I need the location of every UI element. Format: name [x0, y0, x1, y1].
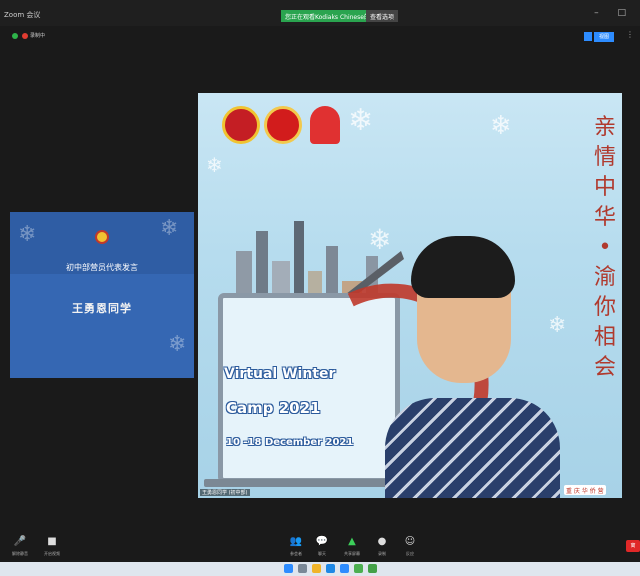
speaker-shirt: [385, 398, 560, 498]
record-label: 录制: [378, 551, 386, 556]
chat-label: 聊天: [318, 551, 326, 556]
participant-name: 王勇恩同学: [72, 302, 132, 315]
window-controls[interactable]: – □: [594, 8, 634, 18]
chat-button[interactable]: 💬 聊天: [308, 536, 336, 557]
app-icon[interactable]: [354, 564, 363, 573]
school-logo-icon: [222, 106, 260, 144]
tile-subtitle: 初中部营员代表发言: [66, 263, 138, 272]
search-icon[interactable]: [298, 564, 307, 573]
slogan-char: 相: [593, 325, 616, 350]
slogan-char: 你: [593, 295, 616, 320]
snowflake-icon: ❄: [18, 222, 37, 247]
chat-icon: 💬: [315, 536, 329, 547]
reactions-icon: ☺: [404, 536, 416, 547]
zoom-app-icon[interactable]: [340, 564, 349, 573]
snowflake-icon: ❄: [548, 313, 567, 338]
snowflake-icon: ❄: [160, 216, 179, 241]
meeting-info-bar: 录制中 视图 ⋮: [0, 26, 640, 44]
encryption-icon[interactable]: [12, 33, 18, 39]
school-emblem-icon: [95, 230, 109, 244]
speaker-hair: [411, 236, 515, 298]
unmute-label: 解除静音: [12, 551, 28, 556]
video-icon: ■: [47, 536, 57, 547]
speaker-name-label: 王勇恩同学 (初中部): [200, 489, 250, 496]
meeting-toolbar: 🎤 解除静音 ■ 开启视频 👥 参会者 💬 聊天 ▲ 共享屏幕 ● 录制 ☺ 反…: [0, 532, 640, 562]
slogan-char: 渝: [593, 265, 616, 290]
end-meeting-button[interactable]: 离: [626, 540, 640, 552]
camp-title-line2: Camp 2021: [226, 399, 321, 417]
participant-tile[interactable]: ❄ ❄ ❄ 初中部营员代表发言 王勇恩同学: [10, 212, 194, 378]
share-screen-label: 共享屏幕: [344, 551, 360, 556]
slogan-char: •: [598, 235, 612, 260]
start-icon[interactable]: [284, 564, 293, 573]
more-icon[interactable]: ⋮: [626, 30, 634, 39]
brand-badge: 重 庆 华 侨 营: [564, 485, 606, 495]
participants-icon: 👥: [289, 536, 303, 547]
camp-title-line1: Virtual Winter: [224, 366, 336, 382]
record-indicator-icon: [22, 33, 28, 39]
participants-button[interactable]: 👥 参会者: [282, 536, 310, 557]
os-taskbar: [0, 562, 640, 576]
camp-dates: 10 -18 December 2021: [226, 437, 354, 448]
slogan-char: 中: [593, 175, 616, 200]
recording-label: 录制中: [30, 33, 46, 39]
unmute-button[interactable]: 🎤 解除静音: [6, 536, 34, 557]
view-button[interactable]: 视图: [594, 32, 614, 42]
microphone-icon: 🎤: [13, 536, 27, 547]
speaker-video: [385, 236, 560, 498]
slogan-char: 亲: [593, 115, 616, 140]
reactions-button[interactable]: ☺ 反应: [396, 536, 424, 557]
vertical-slogan: 亲 情 中 华 • 渝 你 相 会: [592, 113, 618, 383]
view-options-button[interactable]: 查看选项: [366, 10, 399, 22]
window-titlebar: Zoom 会议 您正在观看Kodiaks Chinese的屏幕 查看选项 – □: [0, 0, 640, 26]
snowflake-icon: ❄: [168, 332, 187, 357]
slogan-char: 会: [593, 355, 616, 380]
shared-screen: ❄ ❄ ❄ ❄ ❄ Virtual Winter Camp 2021 10 -1…: [198, 93, 622, 498]
share-screen-button[interactable]: ▲ 共享屏幕: [338, 536, 366, 557]
heart-logo-icon: [310, 106, 340, 144]
slogan-char: 华: [593, 205, 616, 230]
app-icon[interactable]: [368, 564, 377, 573]
speaker-view-icon[interactable]: [584, 32, 592, 41]
record-button[interactable]: ● 录制: [368, 536, 396, 557]
share-screen-icon: ▲: [348, 536, 356, 547]
browser-icon[interactable]: [326, 564, 335, 573]
folder-icon[interactable]: [312, 564, 321, 573]
association-logo-icon: [264, 106, 302, 144]
snowflake-icon: ❄: [206, 153, 223, 177]
record-icon: ●: [377, 536, 387, 547]
snowflake-icon: ❄: [490, 111, 512, 141]
participants-label: 参会者: [290, 551, 302, 556]
snowflake-icon: ❄: [348, 103, 374, 138]
start-video-label: 开启视频: [44, 551, 60, 556]
reactions-label: 反应: [406, 551, 414, 556]
start-video-button[interactable]: ■ 开启视频: [38, 536, 66, 557]
slogan-char: 情: [593, 145, 616, 170]
app-name: Zoom 会议: [4, 11, 41, 19]
